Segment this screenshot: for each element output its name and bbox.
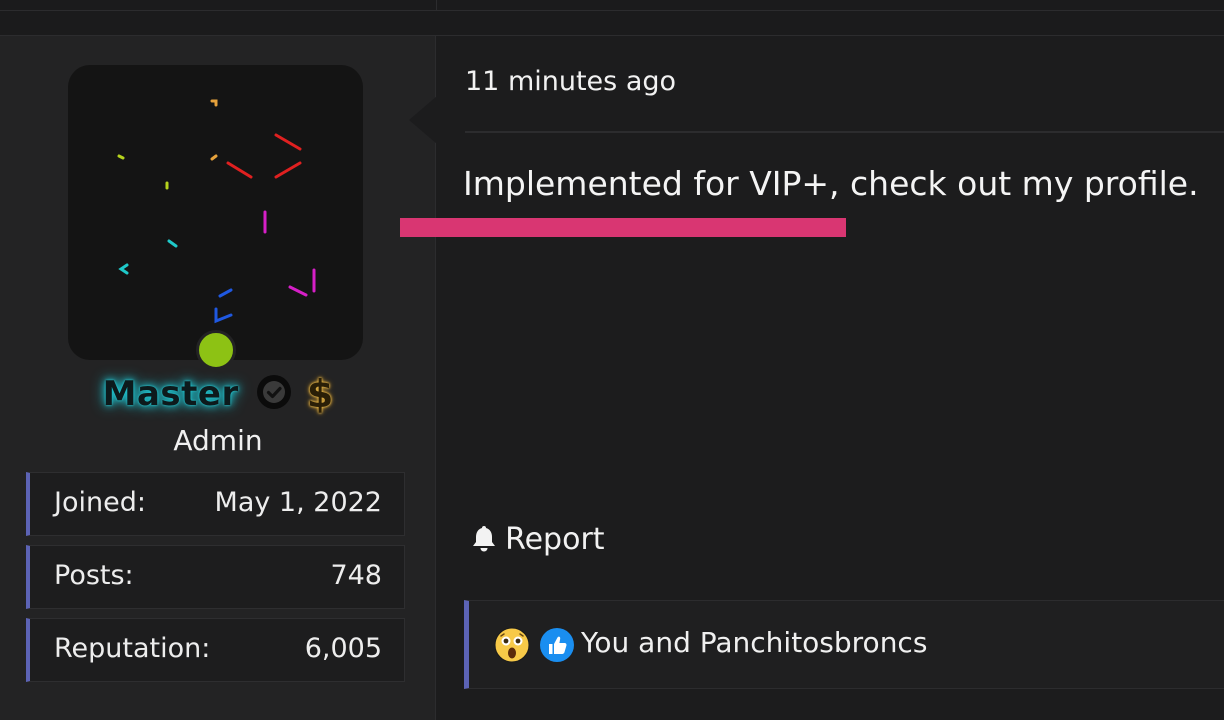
stat-value[interactable]: 748 bbox=[330, 560, 382, 591]
username[interactable]: Master bbox=[103, 374, 239, 414]
astonished-face-icon[interactable] bbox=[494, 627, 530, 667]
post-pointer-arrow bbox=[409, 96, 437, 144]
stat-label: Joined: bbox=[54, 487, 146, 518]
reactions-summary[interactable]: You and Panchitosbroncs bbox=[581, 626, 927, 659]
post-timestamp[interactable]: 11 minutes ago bbox=[465, 66, 676, 97]
previous-post-footer bbox=[0, 0, 1224, 36]
reactions-bar[interactable]: You and Panchitosbroncs bbox=[464, 600, 1224, 689]
username-row: Master $ bbox=[0, 372, 436, 426]
stat-value: 6,005 bbox=[304, 633, 382, 664]
stat-label: Reputation: bbox=[54, 633, 211, 664]
stat-value: May 1, 2022 bbox=[214, 487, 382, 518]
avatar[interactable] bbox=[68, 65, 363, 360]
divider bbox=[0, 10, 1224, 11]
report-button[interactable]: Report bbox=[470, 522, 605, 562]
bell-icon bbox=[470, 523, 498, 557]
post-message: Implemented for VIP+, check out my profi… bbox=[463, 164, 1199, 203]
user-role: Admin bbox=[173, 424, 263, 457]
dollar-icon: $ bbox=[306, 372, 334, 416]
divider bbox=[436, 0, 437, 10]
verified-check-icon bbox=[256, 374, 292, 414]
report-label: Report bbox=[505, 522, 605, 557]
post-author-panel: Master $ Admin Joined: May 1, 2022 Posts… bbox=[0, 36, 436, 720]
avatar-image bbox=[117, 99, 316, 324]
thumbs-up-icon[interactable] bbox=[539, 627, 575, 667]
stat-posts: Posts: 748 bbox=[26, 545, 405, 609]
stat-joined: Joined: May 1, 2022 bbox=[26, 472, 405, 536]
highlight-marker bbox=[400, 218, 846, 237]
divider bbox=[465, 131, 1224, 133]
stat-label: Posts: bbox=[54, 560, 134, 591]
online-status-dot bbox=[196, 330, 236, 370]
stat-reputation: Reputation: 6,005 bbox=[26, 618, 405, 682]
